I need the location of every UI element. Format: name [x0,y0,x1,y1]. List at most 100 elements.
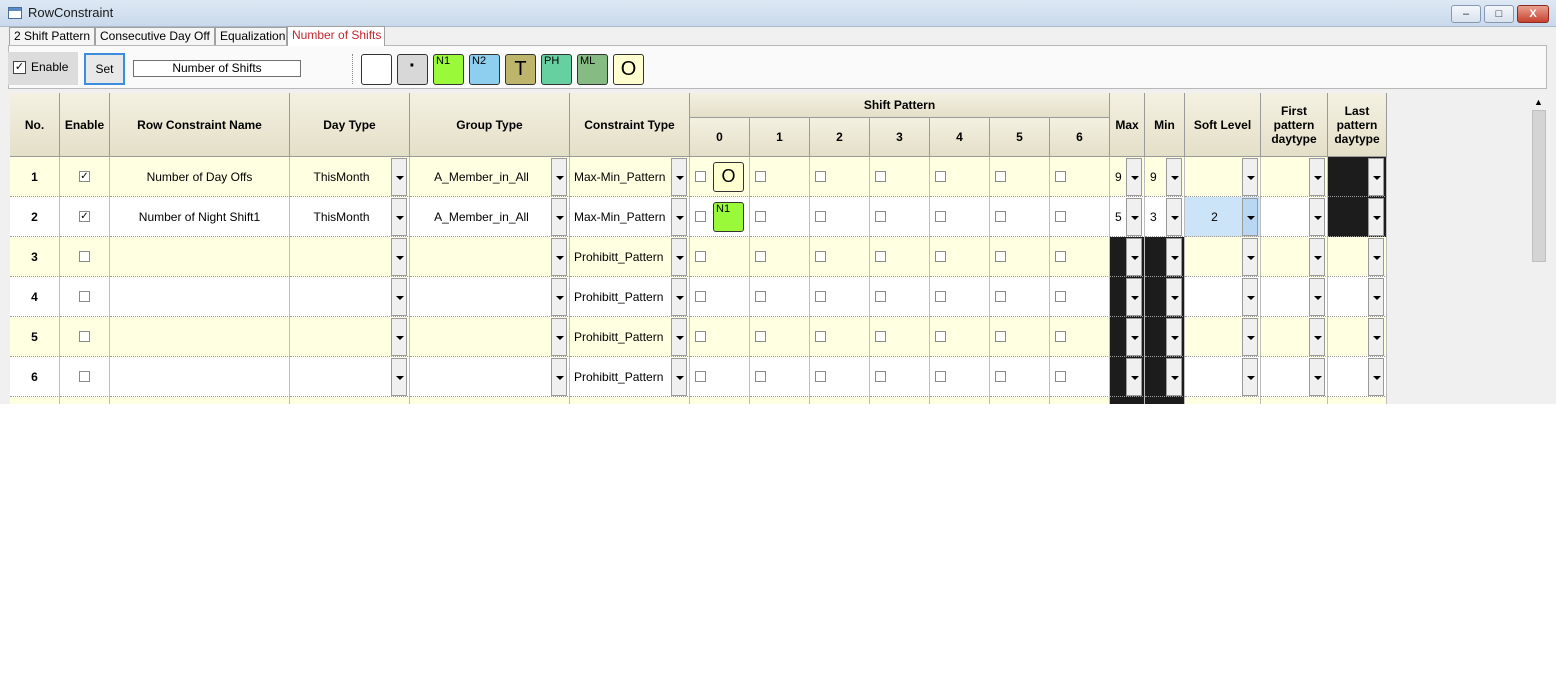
cell-group-type[interactable] [410,357,570,397]
shift-pattern-checkbox[interactable] [1055,331,1066,342]
dropdown-arrow-icon[interactable] [391,238,407,276]
min-dropdown-arrow-icon[interactable] [1166,318,1182,356]
column-header-min[interactable]: Min [1145,93,1185,157]
row-enable-checkbox[interactable] [79,371,90,382]
shift-pattern-cell-3[interactable] [870,397,930,404]
shift-pattern-cell-2[interactable] [810,397,870,404]
column-header-first[interactable]: First pattern daytype [1261,93,1328,157]
cell-name[interactable] [110,237,290,277]
column-header-shift-1[interactable]: 1 [750,118,810,157]
cell-no[interactable]: 4 [10,277,60,317]
first-daytype-dropdown-arrow-icon[interactable] [1309,318,1325,356]
cell-group-type[interactable]: A_Member_in_All [410,157,570,197]
column-header-shift-2[interactable]: 2 [810,118,870,157]
shift-pattern-checkbox[interactable] [815,251,826,262]
cell-no[interactable]: 5 [10,317,60,357]
column-header-shift-5[interactable]: 5 [990,118,1050,157]
shift-pattern-checkbox[interactable] [815,291,826,302]
palette-button-t[interactable]: T [505,54,536,85]
shift-pattern-checkbox[interactable] [695,371,706,382]
column-header-shift-3[interactable]: 3 [870,118,930,157]
min-dropdown-arrow-icon[interactable] [1166,358,1182,396]
soft-level-dropdown-arrow-icon[interactable] [1242,318,1258,356]
shift-pattern-checkbox[interactable] [995,291,1006,302]
max-dropdown-arrow-icon[interactable] [1126,198,1142,236]
cell-name[interactable] [110,357,290,397]
palette-button-ml[interactable]: ML [577,54,608,85]
column-header-day-type[interactable]: Day Type [290,93,410,157]
dropdown-arrow-icon[interactable] [671,198,687,236]
first-daytype-dropdown-arrow-icon[interactable] [1309,158,1325,196]
shift-pattern-checkbox[interactable] [875,211,886,222]
shift-pattern-checkbox[interactable] [1055,251,1066,262]
shift-pattern-checkbox[interactable] [755,251,766,262]
shift-pattern-checkbox[interactable] [935,171,946,182]
soft-level-dropdown-arrow-icon[interactable] [1242,158,1258,196]
shift-pattern-checkbox[interactable] [935,371,946,382]
shift-pattern-cell-1[interactable] [750,397,810,404]
last-daytype-dropdown-arrow-icon[interactable] [1368,158,1384,196]
max-dropdown-arrow-icon[interactable] [1126,238,1142,276]
dropdown-arrow-icon[interactable] [551,198,567,236]
cell-last-pattern-daytype[interactable] [1328,397,1387,404]
column-header-shift-6[interactable]: 6 [1050,118,1110,157]
row-enable-checkbox[interactable]: ✓ [79,171,90,182]
cell-max[interactable] [1110,397,1145,404]
shift-pattern-checkbox[interactable] [695,171,706,182]
dropdown-arrow-icon[interactable] [671,158,687,196]
shift-pattern-cell-5[interactable] [990,397,1050,404]
dropdown-arrow-icon[interactable] [551,358,567,396]
max-dropdown-arrow-icon[interactable] [1126,278,1142,316]
soft-level-dropdown-arrow-icon[interactable] [1242,358,1258,396]
cell-group-type[interactable] [410,317,570,357]
shift-pattern-checkbox[interactable] [815,171,826,182]
cell-no[interactable] [10,397,60,404]
cell-name[interactable]: Number of Night Shift1 [110,197,290,237]
palette-button-o[interactable]: O [613,54,644,85]
shift-pattern-checkbox[interactable] [755,211,766,222]
cell-name[interactable] [110,277,290,317]
shift-pattern-checkbox[interactable] [875,291,886,302]
column-header-group-type[interactable]: Group Type [410,93,570,157]
scrollbar-thumb[interactable] [1532,110,1546,262]
shift-pattern-checkbox[interactable] [1055,371,1066,382]
row-enable-checkbox[interactable] [79,251,90,262]
shift-pattern-cell-4[interactable] [930,397,990,404]
column-header-no[interactable]: No. [10,93,60,157]
min-dropdown-arrow-icon[interactable] [1166,198,1182,236]
shift-pattern-cell-0[interactable] [690,397,750,404]
tab-number-of-shifts[interactable]: Number of Shifts [287,26,385,46]
shift-pattern-checkbox[interactable] [755,171,766,182]
palette-button-n1[interactable]: N1 [433,54,464,85]
shift-pattern-checkbox[interactable] [815,211,826,222]
max-dropdown-arrow-icon[interactable] [1126,158,1142,196]
shift-pattern-checkbox[interactable] [875,171,886,182]
cell-no[interactable]: 3 [10,237,60,277]
shift-pattern-checkbox[interactable] [935,211,946,222]
shift-pattern-checkbox[interactable] [935,291,946,302]
max-dropdown-arrow-icon[interactable] [1126,318,1142,356]
min-dropdown-arrow-icon[interactable] [1166,278,1182,316]
soft-level-dropdown-arrow-icon[interactable] [1242,198,1258,236]
first-daytype-dropdown-arrow-icon[interactable] [1309,278,1325,316]
cell-group-type[interactable]: A_Member_in_All [410,197,570,237]
shift-pattern-checkbox[interactable] [695,251,706,262]
scroll-up-arrow-icon[interactable]: ▲ [1534,97,1543,107]
column-header-max[interactable]: Max [1110,93,1145,157]
min-dropdown-arrow-icon[interactable] [1166,238,1182,276]
dropdown-arrow-icon[interactable] [551,238,567,276]
column-header-name[interactable]: Row Constraint Name [110,93,290,157]
dropdown-arrow-icon[interactable] [391,278,407,316]
shift-pattern-checkbox[interactable] [995,171,1006,182]
tab-2-shift-pattern[interactable]: 2 Shift Pattern [9,27,95,45]
cell-group-type[interactable] [410,237,570,277]
first-daytype-dropdown-arrow-icon[interactable] [1309,238,1325,276]
last-daytype-dropdown-arrow-icon[interactable] [1368,358,1384,396]
palette-button-n2[interactable]: N2 [469,54,500,85]
shift-pattern-checkbox[interactable] [755,371,766,382]
dropdown-arrow-icon[interactable] [671,238,687,276]
shift-pattern-checkbox[interactable] [755,331,766,342]
last-daytype-dropdown-arrow-icon[interactable] [1368,278,1384,316]
shift-pattern-checkbox[interactable] [1055,171,1066,182]
last-daytype-dropdown-arrow-icon[interactable] [1368,318,1384,356]
